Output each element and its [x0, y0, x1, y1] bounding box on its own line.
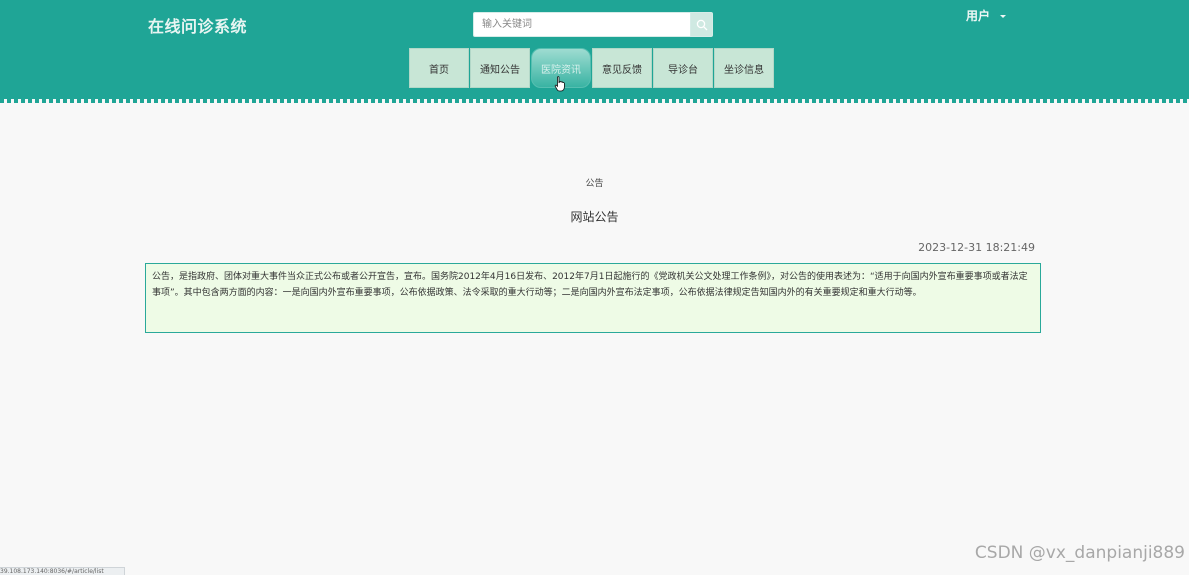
chevron-down-icon [1000, 14, 1007, 18]
page: 在线问诊系统 用户 首页 通知公告 医院资讯 意见反馈 导诊台 坐诊信息 [0, 0, 1189, 575]
nav-item-home[interactable]: 首页 [409, 48, 469, 88]
header-divider [0, 99, 1189, 103]
main-nav: 首页 通知公告 医院资讯 意见反馈 导诊台 坐诊信息 [409, 48, 774, 88]
search-box [473, 12, 713, 37]
nav-item-doctor-schedule[interactable]: 坐诊信息 [714, 48, 774, 88]
search-input[interactable] [473, 12, 690, 37]
nav-item-notices[interactable]: 通知公告 [470, 48, 530, 88]
watermark: CSDN @vx_danpianji889 [974, 543, 1185, 563]
article-body: 公告，是指政府、团体对重大事件当众正式公布或者公开宣告，宣布。国务院2012年4… [145, 263, 1041, 333]
nav-item-triage[interactable]: 导诊台 [653, 48, 713, 88]
nav-item-feedback[interactable]: 意见反馈 [592, 48, 652, 88]
article-timestamp: 2023-12-31 18:21:49 [918, 241, 1035, 254]
site-title: 在线问诊系统 [148, 17, 248, 36]
search-button[interactable] [690, 12, 713, 37]
user-menu[interactable]: 用户 [966, 7, 1007, 24]
article-category: 公告 [585, 179, 604, 189]
search-icon [696, 19, 707, 30]
hand-pointer-icon [554, 76, 565, 92]
article-title: 网站公告 [570, 210, 619, 224]
status-bar-url: 39.108.173.140:8036/#/article/list [0, 567, 125, 575]
header-bar: 在线问诊系统 用户 首页 通知公告 医院资讯 意见反馈 导诊台 坐诊信息 [0, 0, 1189, 101]
user-label: 用户 [966, 9, 991, 23]
